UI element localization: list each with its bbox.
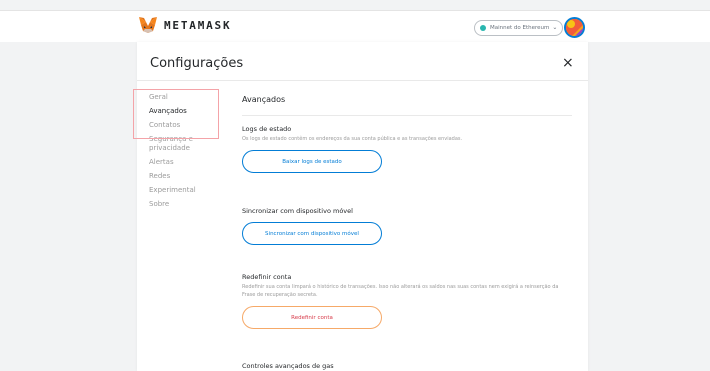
nav-item-general[interactable]: Geral (149, 93, 229, 107)
settings-panel: Configurações × Geral Avançados Contatos… (137, 42, 588, 371)
reset-account-setting: Redefinir conta Redefinir sua conta limp… (242, 273, 572, 329)
advanced-content: Avançados Logs de estado Os logs de esta… (242, 95, 572, 370)
download-state-logs-button[interactable]: Baixar logs de estado (242, 150, 382, 173)
section-title: Avançados (242, 95, 286, 104)
network-status-dot (480, 25, 486, 31)
network-selector[interactable]: Mainnet do Ethereum ⌄ (474, 20, 564, 36)
sync-mobile-setting: Sincronizar com dispositivo móvel Sincro… (242, 207, 572, 245)
state-logs-description: Os logs de estado contêm os endereços da… (242, 136, 463, 142)
close-icon[interactable]: × (562, 56, 574, 70)
settings-nav: Geral Avançados Contatos Segurança e pri… (149, 93, 229, 214)
reset-account-description: Redefinir sua conta limpará o histórico … (242, 284, 559, 298)
advanced-gas-setting: Controles avançados de gas (242, 362, 572, 370)
identicon (566, 19, 583, 36)
section-divider (242, 115, 572, 116)
chevron-down-icon: ⌄ (552, 24, 558, 31)
account-avatar[interactable] (564, 17, 585, 38)
nav-item-experimental[interactable]: Experimental (149, 186, 229, 200)
reset-account-button[interactable]: Redefinir conta (242, 306, 382, 329)
metamask-logo[interactable]: METAMASK (138, 17, 231, 33)
nav-item-contacts[interactable]: Contatos (149, 121, 229, 135)
network-label: Mainnet do Ethereum (490, 25, 550, 31)
app-header: METAMASK Mainnet do Ethereum ⌄ (0, 10, 710, 42)
reset-account-title: Redefinir conta (242, 273, 292, 281)
page-title: Configurações (150, 56, 244, 71)
nav-item-networks[interactable]: Redes (149, 172, 229, 186)
fox-icon (139, 17, 157, 33)
state-logs-setting: Logs de estado Os logs de estado contêm … (242, 125, 572, 173)
nav-item-about[interactable]: Sobre (149, 200, 229, 214)
sync-mobile-button[interactable]: Sincronizar com dispositivo móvel (242, 222, 382, 245)
header-divider (137, 80, 588, 81)
advanced-gas-title: Controles avançados de gas (242, 362, 334, 370)
sync-mobile-title: Sincronizar com dispositivo móvel (242, 207, 353, 215)
brand-wordmark: METAMASK (164, 18, 232, 32)
nav-item-advanced[interactable]: Avançados (149, 107, 229, 121)
state-logs-title: Logs de estado (242, 125, 292, 133)
nav-item-security-privacy[interactable]: Segurança e privacidade (149, 135, 219, 158)
nav-item-alerts[interactable]: Alertas (149, 158, 229, 172)
